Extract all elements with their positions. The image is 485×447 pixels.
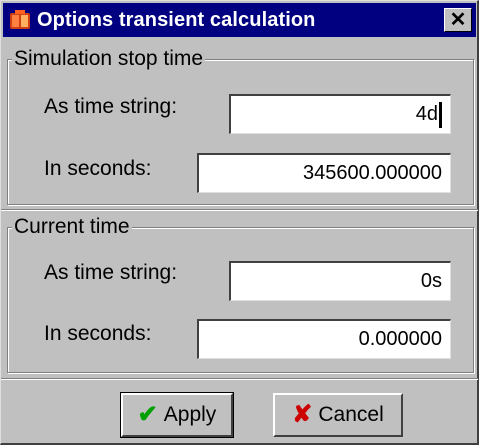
checkmark-icon: ✔ [137, 401, 158, 428]
text-caret [439, 101, 442, 128]
close-button[interactable]: ✕ [444, 8, 472, 32]
x-cross-icon: ✘ [292, 401, 313, 428]
buttons-divider [1, 378, 478, 380]
stop-time-string-value: 4d [415, 103, 438, 125]
apply-button[interactable]: ✔ Apply [120, 392, 234, 438]
current-time-string-input[interactable]: 0s [229, 261, 451, 301]
stop-seconds-input[interactable]: 345600.000000 [197, 153, 451, 193]
options-dialog: Options transient calculation ✕ Simulati… [0, 0, 479, 445]
apply-button-label: Apply [163, 403, 217, 426]
cancel-button-label: Cancel [318, 403, 384, 426]
stop-time-string-label: As time string: [44, 95, 178, 118]
current-time-string-label: As time string: [44, 261, 178, 284]
group-divider [1, 209, 478, 211]
current-time-string-value: 0s [420, 270, 442, 292]
current-time-group-title: Current time [12, 215, 132, 239]
app-icon [9, 9, 31, 31]
cancel-button[interactable]: ✘ Cancel [273, 393, 403, 437]
stop-seconds-value: 345600.000000 [302, 162, 442, 184]
title-bar[interactable]: Options transient calculation ✕ [3, 3, 476, 37]
current-seconds-input[interactable]: 0.000000 [197, 319, 451, 359]
stop-time-string-input[interactable]: 4d [229, 94, 451, 134]
close-icon: ✕ [449, 9, 467, 31]
current-seconds-label: In seconds: [44, 322, 152, 345]
window-title: Options transient calculation [37, 8, 316, 31]
stop-time-group-title: Simulation stop time [12, 47, 206, 71]
stop-seconds-label: In seconds: [44, 157, 152, 180]
current-seconds-value: 0.000000 [358, 328, 442, 350]
